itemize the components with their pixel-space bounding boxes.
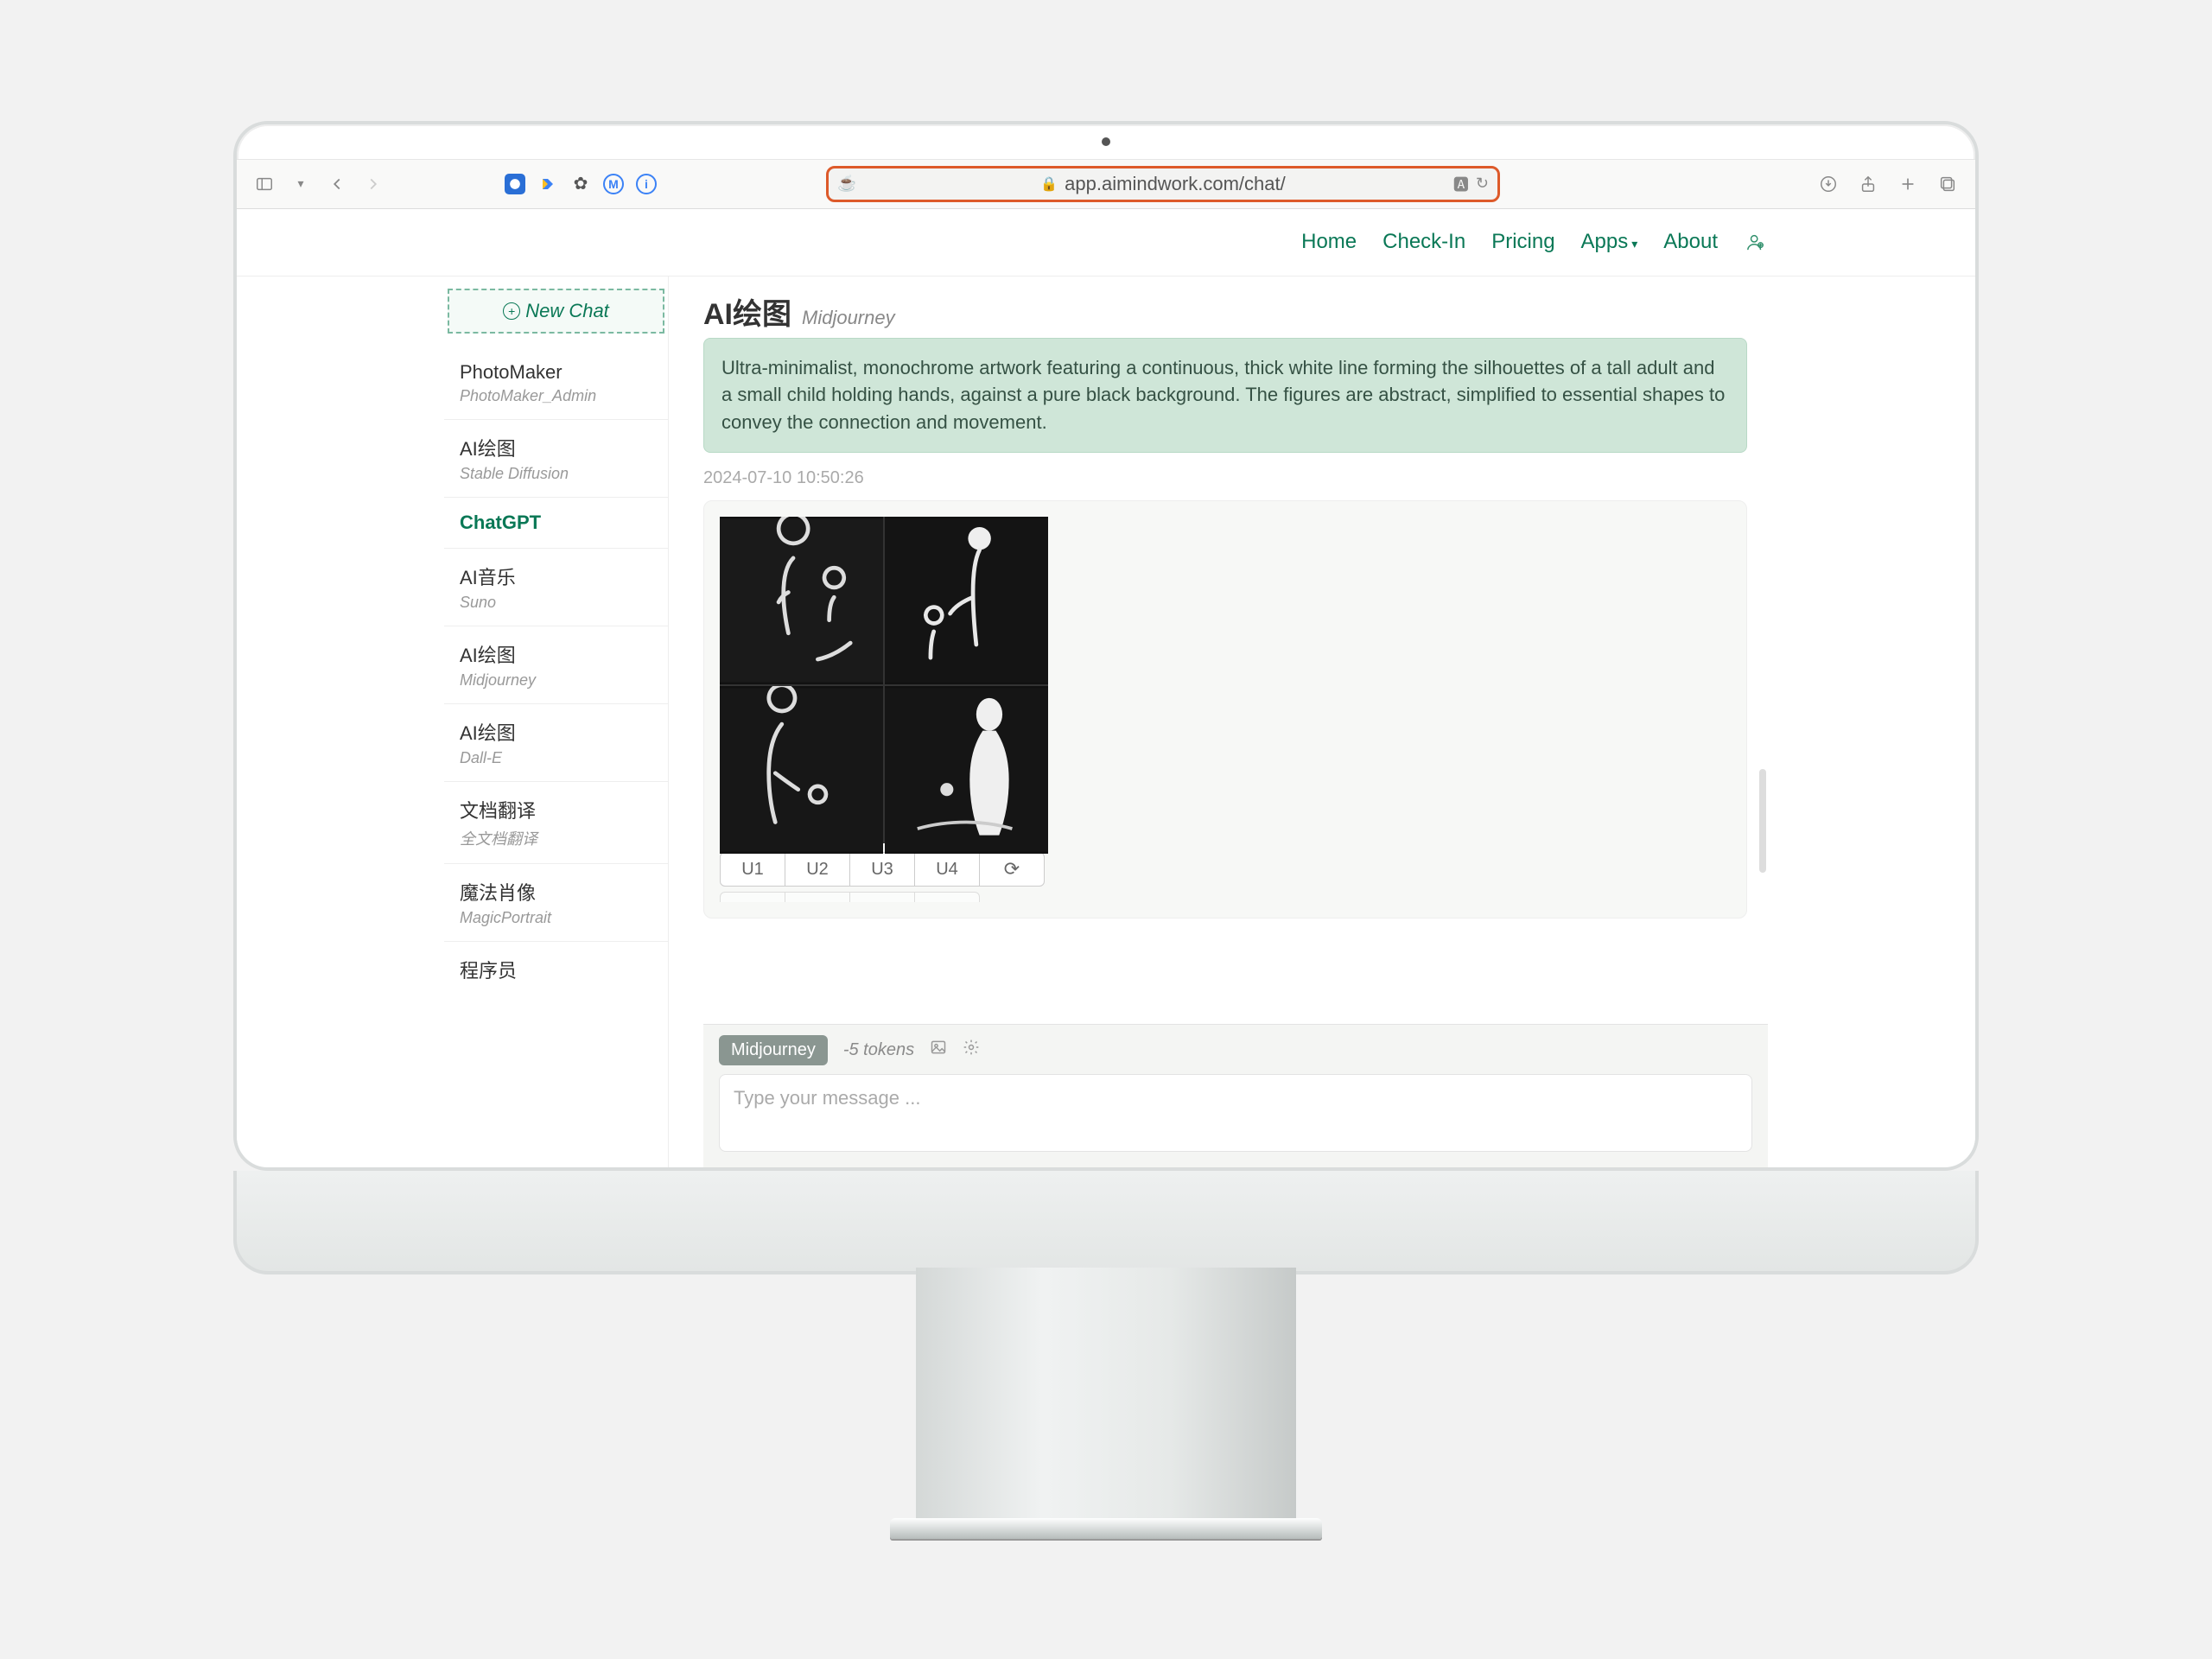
chat-title: AI绘图 <box>703 290 791 333</box>
variation-row-partial <box>720 892 1731 902</box>
tabs-icon[interactable] <box>1936 172 1960 196</box>
browser-toolbar: ▾ ✿ M i ☕ 🔒 app.aimindwork.com/chat <box>237 159 1975 209</box>
chat-scroll[interactable]: Ultra-minimalist, monochrome artwork fea… <box>703 338 1768 1024</box>
sidebar-item-title: 魔法肖像 <box>460 878 659 906</box>
upscale-row: U1 U2 U3 U4 ⟳ <box>720 852 1731 887</box>
extension-icon[interactable]: i <box>636 174 657 194</box>
sidebar-item-sub: MagicPortrait <box>460 909 659 927</box>
sidebar-item-sub: Midjourney <box>460 671 659 690</box>
sidebar-item-magicportrait[interactable]: 魔法肖像 MagicPortrait <box>444 864 668 942</box>
new-tab-icon[interactable] <box>1896 172 1920 196</box>
model-pill[interactable]: Midjourney <box>719 1035 828 1065</box>
generation-card: U1 U2 U3 U4 ⟳ <box>703 500 1747 918</box>
new-chat-button[interactable]: + New Chat <box>448 289 664 334</box>
u2-button[interactable]: U2 <box>785 852 850 887</box>
imac-stand <box>916 1268 1296 1518</box>
sidebar-item-suno[interactable]: AI音乐 Suno <box>444 549 668 626</box>
user-icon[interactable] <box>1744 230 1768 254</box>
forward-button[interactable] <box>361 172 385 196</box>
sidebar-item-sub: Suno <box>460 594 659 612</box>
camera-dot <box>1102 137 1110 146</box>
sidebar-item-dalle[interactable]: AI绘图 Dall-E <box>444 704 668 782</box>
reload-icon[interactable]: ↻ <box>1476 175 1489 193</box>
sidebar-item-sub: Stable Diffusion <box>460 465 659 483</box>
sidebar-item-midjourney[interactable]: AI绘图 Midjourney <box>444 626 668 704</box>
address-bar[interactable]: ☕ 🔒 app.aimindwork.com/chat/ 🅰 ↻ <box>826 166 1500 202</box>
composer: Midjourney -5 tokens Type your message .… <box>703 1024 1768 1167</box>
v-button[interactable] <box>785 892 850 902</box>
sidebar-item-title: AI绘图 <box>460 434 659 461</box>
sidebar-item-title: 文档翻译 <box>460 796 659 823</box>
app-body: + New Chat PhotoMaker PhotoMaker_Admin A… <box>237 276 1975 1167</box>
chat-header: AI绘图 Midjourney <box>703 276 1768 338</box>
imac-chin <box>233 1171 1979 1274</box>
app-viewport: Home Check-In Pricing Apps About + New C… <box>237 209 1975 1167</box>
nav-home[interactable]: Home <box>1301 230 1357 254</box>
sidebar-item-title: 程序员 <box>460 956 659 983</box>
plus-icon: + <box>503 302 520 320</box>
extension-icon[interactable] <box>505 174 525 194</box>
nav-apps[interactable]: Apps <box>1581 230 1638 254</box>
reroll-button[interactable]: ⟳ <box>979 852 1045 887</box>
extension-icon[interactable]: M <box>603 174 624 194</box>
generation-grid[interactable] <box>720 517 1048 843</box>
sidebar-item-title: AI绘图 <box>460 718 659 746</box>
site-settings-icon[interactable]: ☕ <box>837 175 856 193</box>
sidebar-item-doctranslate[interactable]: 文档翻译 全文档翻译 <box>444 782 668 864</box>
chat-subtitle: Midjourney <box>802 307 895 329</box>
u4-button[interactable]: U4 <box>914 852 980 887</box>
gen-tile-1[interactable] <box>720 517 883 684</box>
message-input[interactable]: Type your message ... <box>719 1074 1752 1152</box>
gear-icon[interactable] <box>963 1039 980 1061</box>
extension-icon[interactable] <box>537 174 558 194</box>
lock-icon: 🔒 <box>1040 175 1058 193</box>
camera-bar <box>237 124 1975 159</box>
imac-frame: ▾ ✿ M i ☕ 🔒 app.aimindwork.com/chat <box>233 121 1979 1539</box>
sidebar-item-sub: Dall-E <box>460 749 659 767</box>
sidebar-item-title: PhotoMaker <box>460 361 659 384</box>
share-icon[interactable] <box>1856 172 1880 196</box>
imac-foot <box>890 1518 1322 1539</box>
sidebar-item-sub: 全文档翻译 <box>460 827 659 849</box>
screen: ▾ ✿ M i ☕ 🔒 app.aimindwork.com/chat <box>233 121 1979 1171</box>
gen-tile-2[interactable] <box>885 517 1048 684</box>
top-nav: Home Check-In Pricing Apps About <box>237 209 1975 276</box>
sidebar-item-title: AI绘图 <box>460 640 659 668</box>
downloads-icon[interactable] <box>1816 172 1840 196</box>
u1-button[interactable]: U1 <box>720 852 785 887</box>
gen-tile-3[interactable] <box>720 686 883 854</box>
sidebar-item-chatgpt[interactable]: ChatGPT <box>444 498 668 549</box>
back-button[interactable] <box>325 172 349 196</box>
sidebar-item-sub: PhotoMaker_Admin <box>460 387 659 405</box>
scrollbar[interactable] <box>1759 769 1766 873</box>
token-cost: -5 tokens <box>843 1040 914 1060</box>
gen-tile-4[interactable] <box>885 686 1048 854</box>
image-icon[interactable] <box>930 1039 947 1061</box>
u3-button[interactable]: U3 <box>849 852 915 887</box>
sidebar-item-title: ChatGPT <box>460 512 659 534</box>
input-placeholder: Type your message ... <box>734 1087 920 1109</box>
sidebar-item-photomaker[interactable]: PhotoMaker PhotoMaker_Admin <box>444 347 668 420</box>
v-button[interactable] <box>720 892 785 902</box>
extension-icon[interactable]: ✿ <box>570 174 591 194</box>
message-timestamp: 2024-07-10 10:50:26 <box>703 468 1747 488</box>
sidebar: + New Chat PhotoMaker PhotoMaker_Admin A… <box>444 276 669 1167</box>
translate-icon[interactable]: 🅰 <box>1453 173 1469 195</box>
sidebar-item-title: AI音乐 <box>460 563 659 590</box>
new-chat-label: New Chat <box>525 300 609 322</box>
nav-pricing[interactable]: Pricing <box>1491 230 1554 254</box>
chevron-down-icon[interactable]: ▾ <box>289 172 313 196</box>
main-panel: AI绘图 Midjourney Ultra-minimalist, monoch… <box>669 276 1768 1167</box>
nav-about[interactable]: About <box>1663 230 1718 254</box>
v-button[interactable] <box>849 892 915 902</box>
sidebar-item-sd[interactable]: AI绘图 Stable Diffusion <box>444 420 668 498</box>
user-prompt: Ultra-minimalist, monochrome artwork fea… <box>703 338 1747 454</box>
sidebar-item-programmer[interactable]: 程序员 <box>444 942 668 997</box>
url-text: app.aimindwork.com/chat/ <box>1065 173 1286 195</box>
v-button[interactable] <box>914 892 980 902</box>
sidebar-toggle-icon[interactable] <box>252 172 276 196</box>
nav-checkin[interactable]: Check-In <box>1382 230 1465 254</box>
